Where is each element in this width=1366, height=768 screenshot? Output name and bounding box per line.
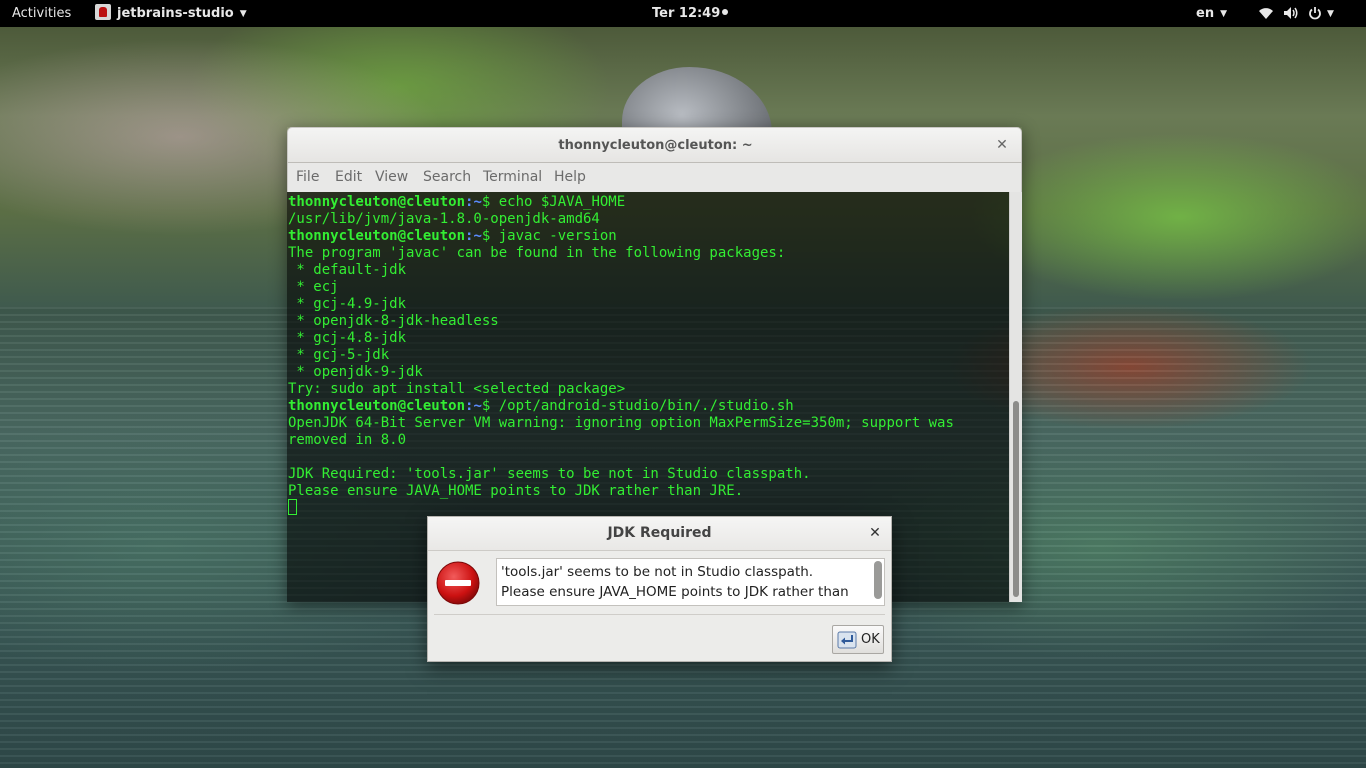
ok-button-label: OK bbox=[861, 632, 880, 647]
terminal-prompt-line: thonnycleuton@cleuton:~$ /opt/android-st… bbox=[288, 398, 794, 415]
app-menu-button[interactable]: jetbrains-studio ▼ bbox=[95, 0, 247, 27]
dialog-titlebar[interactable]: JDK Required ✕ bbox=[428, 517, 891, 551]
terminal-output-line: /usr/lib/jvm/java-1.8.0-openjdk-amd64 bbox=[288, 211, 600, 227]
clock-label: Ter 12:49 bbox=[652, 6, 721, 21]
terminal-output-line: JDK Required: 'tools.jar' seems to be no… bbox=[288, 466, 811, 482]
terminal-close-button[interactable]: ✕ bbox=[993, 136, 1011, 154]
dialog-message-line-1: 'tools.jar' seems to be not in Studio cl… bbox=[501, 564, 814, 580]
terminal-titlebar[interactable]: thonnycleuton@cleuton: ~ ✕ bbox=[287, 127, 1022, 163]
terminal-output-line: Try: sudo apt install <selected package> bbox=[288, 381, 626, 397]
prompt-user: thonnycleuton@cleuton bbox=[288, 398, 466, 414]
terminal-prompt-line: thonnycleuton@cleuton:~$ javac -version bbox=[288, 228, 617, 245]
menu-search[interactable]: Search bbox=[423, 163, 471, 192]
clock-button[interactable]: Ter 12:49 bbox=[652, 0, 729, 27]
terminal-output-line: * openjdk-8-jdk-headless bbox=[288, 313, 499, 329]
activities-button[interactable]: Activities bbox=[12, 0, 71, 27]
menu-view[interactable]: View bbox=[375, 163, 408, 192]
chevron-down-icon: ▼ bbox=[239, 9, 247, 19]
dialog-message-line-2: Please ensure JAVA_HOME points to JDK ra… bbox=[501, 584, 849, 600]
ok-button[interactable]: OK bbox=[832, 625, 884, 654]
terminal-scrollbar-thumb[interactable] bbox=[1013, 401, 1019, 597]
terminal-output-line: * openjdk-9-jdk bbox=[288, 364, 423, 380]
dialog-message[interactable]: 'tools.jar' seems to be not in Studio cl… bbox=[496, 558, 885, 606]
prompt-user: thonnycleuton@cleuton bbox=[288, 194, 466, 210]
dialog-separator bbox=[434, 614, 885, 615]
terminal-output-line: * gcj-5-jdk bbox=[288, 347, 390, 363]
power-icon bbox=[1309, 7, 1321, 20]
dialog-message-scrollbar[interactable] bbox=[874, 561, 882, 599]
terminal-output-line: The program 'javac' can be found in the … bbox=[288, 245, 786, 261]
notification-dot-icon bbox=[722, 9, 729, 15]
prompt-command: $ /opt/android-studio/bin/./studio.sh bbox=[481, 398, 794, 414]
menu-file[interactable]: File bbox=[296, 163, 319, 192]
wifi-icon bbox=[1259, 8, 1273, 19]
language-switcher[interactable]: en ▼ bbox=[1196, 0, 1227, 27]
terminal-title: thonnycleuton@cleuton: ~ bbox=[558, 138, 753, 153]
dialog-title: JDK Required bbox=[607, 525, 712, 541]
prompt-path: :~ bbox=[465, 398, 482, 414]
menu-terminal[interactable]: Terminal bbox=[483, 163, 542, 192]
top-bar: Activities jetbrains-studio ▼ Ter 12:49 e… bbox=[0, 0, 1366, 27]
menu-edit[interactable]: Edit bbox=[335, 163, 362, 192]
prompt-path: :~ bbox=[465, 228, 482, 244]
system-menu[interactable]: ▼ bbox=[1258, 0, 1334, 27]
prompt-path: :~ bbox=[465, 194, 482, 210]
terminal-output-line: Please ensure JAVA_HOME points to JDK ra… bbox=[288, 483, 744, 499]
terminal-prompt-line: thonnycleuton@cleuton:~$ echo $JAVA_HOME bbox=[288, 194, 625, 211]
dialog-close-button[interactable]: ✕ bbox=[867, 525, 883, 541]
terminal-output-line: * gcj-4.8-jdk bbox=[288, 330, 407, 346]
chevron-down-icon: ▼ bbox=[1220, 9, 1227, 19]
enter-arrow-icon bbox=[837, 631, 857, 649]
prompt-user: thonnycleuton@cleuton bbox=[288, 228, 466, 244]
terminal-output-line: * default-jdk bbox=[288, 262, 407, 278]
terminal-cursor bbox=[288, 499, 297, 515]
language-label: en bbox=[1196, 6, 1215, 21]
terminal-output-line: removed in 8.0 bbox=[288, 432, 407, 448]
chevron-down-icon: ▼ bbox=[1327, 9, 1334, 19]
terminal-output-line: * gcj-4.9-jdk bbox=[288, 296, 407, 312]
terminal-scrollbar[interactable] bbox=[1009, 192, 1022, 602]
prompt-command: $ echo $JAVA_HOME bbox=[481, 194, 626, 210]
volume-icon bbox=[1284, 7, 1298, 19]
menu-help[interactable]: Help bbox=[554, 163, 586, 192]
terminal-output-line: * ecj bbox=[288, 279, 339, 295]
jetbrains-studio-icon bbox=[95, 4, 111, 20]
prompt-command: $ javac -version bbox=[481, 228, 617, 244]
terminal-menubar: File Edit View Search Terminal Help bbox=[287, 163, 1022, 192]
jdk-required-dialog: JDK Required ✕ 'tools.jar' seems to be n… bbox=[427, 516, 892, 662]
app-menu-label: jetbrains-studio bbox=[117, 6, 234, 21]
terminal-output-line: OpenJDK 64-Bit Server VM warning: ignori… bbox=[288, 415, 954, 431]
error-icon bbox=[436, 561, 480, 605]
